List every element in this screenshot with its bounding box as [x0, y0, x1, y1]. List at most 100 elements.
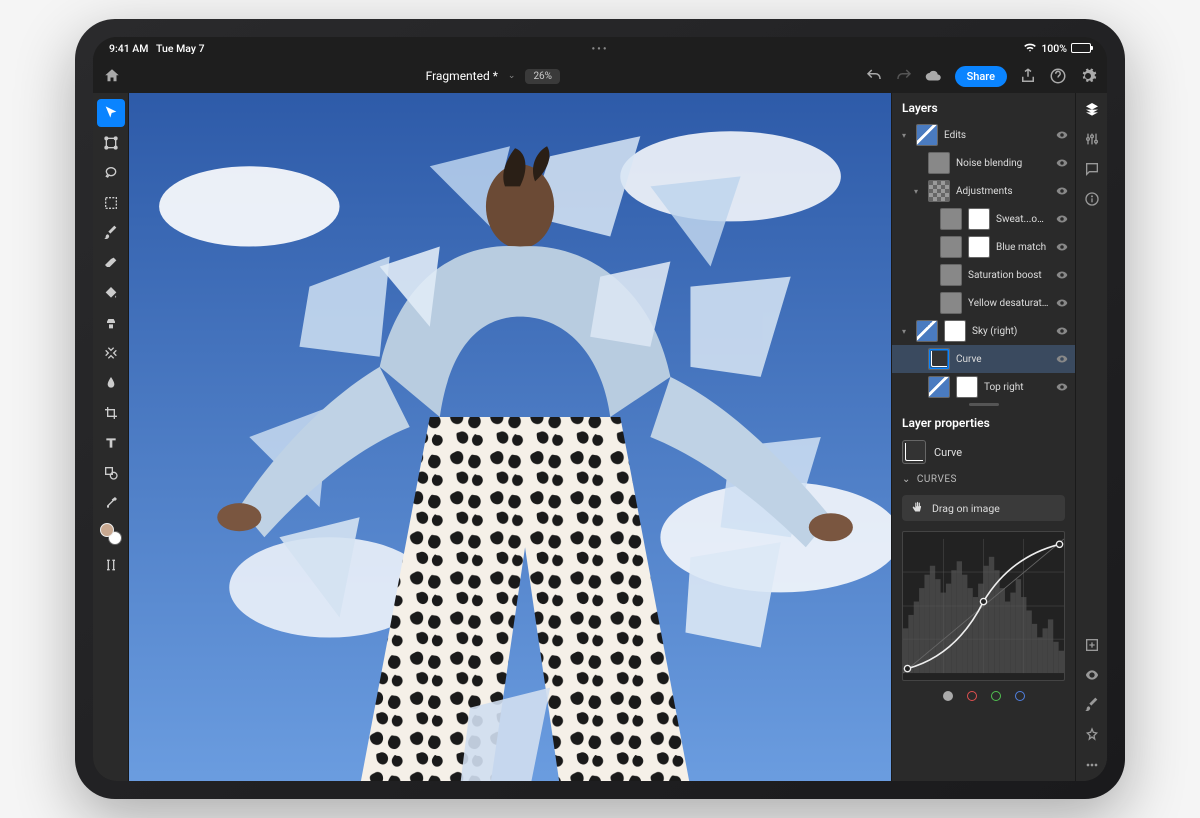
screen: 9:41 AM Tue May 7 ••• 100% Fragmented * … [93, 37, 1107, 781]
visibility-toggle[interactable] [1055, 268, 1069, 282]
add-layer-button[interactable] [1082, 635, 1102, 655]
battery-icon [1071, 43, 1091, 53]
comments-tab-icon[interactable] [1082, 159, 1102, 179]
visibility-toggle[interactable] [1055, 324, 1069, 338]
property-layer-name: Curve [934, 446, 962, 459]
layer-row[interactable]: Top right [892, 373, 1075, 401]
visibility-toggle[interactable] [1055, 184, 1069, 198]
battery-percent: 100% [1041, 42, 1067, 55]
layer-name: Blue match [996, 242, 1049, 253]
layer-thumbnail [928, 152, 950, 174]
layer-row[interactable]: Noise blending [892, 149, 1075, 177]
layer-mask-thumbnail [944, 320, 966, 342]
visibility-toggle[interactable] [1055, 128, 1069, 142]
layer-thumbnail [916, 124, 938, 146]
zoom-level[interactable]: 26% [525, 69, 560, 84]
layer-row[interactable]: Yellow desaturation [892, 289, 1075, 317]
layer-mask-thumbnail [968, 236, 990, 258]
help-button[interactable] [1049, 67, 1067, 85]
multitask-dots[interactable]: ••• [436, 42, 763, 55]
wifi-icon [1023, 40, 1037, 57]
curves-editor[interactable] [902, 531, 1065, 681]
fill-tool[interactable] [97, 279, 125, 307]
canvas[interactable] [129, 93, 891, 781]
heal-tool[interactable] [97, 339, 125, 367]
selection-tool[interactable] [97, 189, 125, 217]
eyedropper-tool[interactable] [97, 489, 125, 517]
layer-name: Top right [984, 382, 1049, 393]
document-title[interactable]: Fragmented * [426, 69, 498, 83]
export-button[interactable] [1019, 67, 1037, 85]
layers-tab-icon[interactable] [1082, 99, 1102, 119]
fx-button[interactable] [1082, 725, 1102, 745]
layers-list: ▾EditsNoise blending ▾ Adjustments Sweat...… [892, 121, 1075, 401]
layer-row[interactable]: ▾ Sky (right) [892, 317, 1075, 345]
brush-settings-button[interactable] [1082, 695, 1102, 715]
undo-button[interactable] [865, 67, 883, 85]
smudge-tool[interactable] [97, 369, 125, 397]
transform-tool[interactable] [97, 129, 125, 157]
move-tool[interactable] [97, 99, 125, 127]
home-button[interactable] [103, 67, 121, 85]
info-tab-icon[interactable] [1082, 189, 1102, 209]
title-chevron-icon[interactable]: ⌄ [508, 71, 516, 81]
property-layer-row: Curve [892, 436, 1075, 468]
visibility-toggle[interactable] [1055, 212, 1069, 226]
brush-tool[interactable] [97, 219, 125, 247]
clone-tool[interactable] [97, 309, 125, 337]
layer-row[interactable]: ▾Edits [892, 121, 1075, 149]
layer-row[interactable]: Curve [892, 345, 1075, 373]
layer-thumbnail [940, 208, 962, 230]
property-thumb [902, 440, 926, 464]
layer-name: Saturation boost [968, 270, 1049, 281]
app-topbar: Fragmented * ⌄ 26% Share [93, 59, 1107, 93]
channel-blue[interactable] [1015, 691, 1025, 701]
crop-tool[interactable] [97, 399, 125, 427]
right-panel: Layers ▾EditsNoise blending▾AdjustmentsS… [891, 93, 1107, 781]
layer-thumbnail [940, 292, 962, 314]
panel-resize-grip[interactable] [969, 403, 999, 406]
visibility-toggle[interactable] [1055, 380, 1069, 394]
visibility-toggle[interactable] [1055, 352, 1069, 366]
expand-toggle[interactable]: ▾ [902, 131, 910, 140]
layer-name: Adjustments [956, 186, 1049, 197]
channel-green[interactable] [991, 691, 1001, 701]
left-toolbar [93, 93, 129, 781]
more-tools[interactable] [97, 551, 125, 579]
visibility-toggle[interactable] [1055, 240, 1069, 254]
layer-name: Sweat...ooster [996, 214, 1049, 225]
cloud-button[interactable] [925, 67, 943, 85]
adjustments-tab-icon[interactable] [1082, 129, 1102, 149]
layer-row[interactable]: Saturation boost [892, 261, 1075, 289]
expand-toggle[interactable]: ▾ [914, 187, 922, 196]
layer-row[interactable]: Sweat...ooster [892, 205, 1075, 233]
layer-name: Yellow desaturation [968, 298, 1049, 309]
shape-tool[interactable] [97, 459, 125, 487]
lasso-tool[interactable] [97, 159, 125, 187]
properties-title: Layer properties [892, 408, 1075, 436]
visibility-toggle[interactable] [1055, 296, 1069, 310]
color-swatches[interactable] [100, 523, 122, 545]
status-time: 9:41 AM [109, 42, 148, 55]
share-button[interactable]: Share [955, 66, 1007, 87]
layer-thumbnail [916, 320, 938, 342]
chevron-down-icon: ⌄ [902, 474, 911, 485]
layer-row[interactable]: Blue match [892, 233, 1075, 261]
expand-toggle[interactable]: ▾ [902, 327, 910, 336]
eraser-tool[interactable] [97, 249, 125, 277]
layer-name: Sky (right) [972, 326, 1049, 337]
channel-rgb[interactable] [943, 691, 953, 701]
settings-button[interactable] [1079, 67, 1097, 85]
more-options-button[interactable] [1082, 755, 1102, 775]
visibility-button[interactable] [1082, 665, 1102, 685]
layer-row[interactable]: ▾ Adjustments [892, 177, 1075, 205]
channel-red[interactable] [967, 691, 977, 701]
drag-on-image-button[interactable]: Drag on image [902, 495, 1065, 521]
type-tool[interactable] [97, 429, 125, 457]
curve-channels [892, 685, 1075, 709]
curves-section-header[interactable]: ⌄ CURVES [892, 468, 1075, 491]
visibility-toggle[interactable] [1055, 156, 1069, 170]
status-date: Tue May 7 [156, 42, 205, 55]
foreground-color-swatch[interactable] [100, 523, 114, 537]
redo-button[interactable] [895, 67, 913, 85]
